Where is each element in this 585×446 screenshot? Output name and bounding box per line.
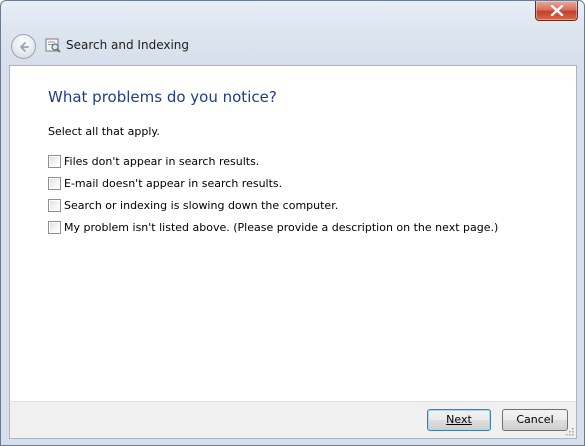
option-files-not-in-results[interactable]: Files don't appear in search results.: [48, 150, 498, 172]
option-label: Files don't appear in search results.: [64, 154, 260, 168]
close-button[interactable]: [535, 1, 578, 21]
option-label: My problem isn't listed above. (Please p…: [64, 220, 499, 234]
resize-grip-icon[interactable]: [564, 426, 574, 436]
checkbox[interactable]: [48, 176, 61, 190]
instruction-text: Select all that apply.: [48, 125, 160, 138]
option-slowing-computer[interactable]: Search or indexing is slowing down the c…: [48, 194, 498, 216]
button-bar: Next Cancel: [9, 401, 577, 439]
cancel-button[interactable]: Cancel: [502, 409, 568, 431]
window-title: Search and Indexing: [66, 38, 190, 52]
dialog-window: Search and Indexing What problems do you…: [0, 0, 585, 446]
checkbox[interactable]: [48, 220, 61, 234]
checkbox[interactable]: [48, 198, 61, 212]
content-panel: What problems do you notice? Select all …: [9, 65, 577, 401]
next-button-label: Next: [446, 413, 472, 426]
option-label: E-mail doesn't appear in search results.: [64, 176, 283, 190]
search-indexing-icon: [45, 38, 61, 53]
checkbox[interactable]: [48, 154, 61, 168]
option-label: Search or indexing is slowing down the c…: [64, 198, 339, 212]
back-button[interactable]: [11, 34, 36, 59]
back-arrow-icon: [20, 42, 29, 52]
next-button[interactable]: Next: [427, 409, 491, 431]
option-email-not-in-results[interactable]: E-mail doesn't appear in search results.: [48, 172, 498, 194]
page-title: What problems do you notice?: [48, 88, 277, 106]
close-icon: [550, 5, 564, 16]
option-problem-not-listed[interactable]: My problem isn't listed above. (Please p…: [48, 216, 498, 238]
problem-options: Files don't appear in search results. E-…: [48, 150, 498, 238]
